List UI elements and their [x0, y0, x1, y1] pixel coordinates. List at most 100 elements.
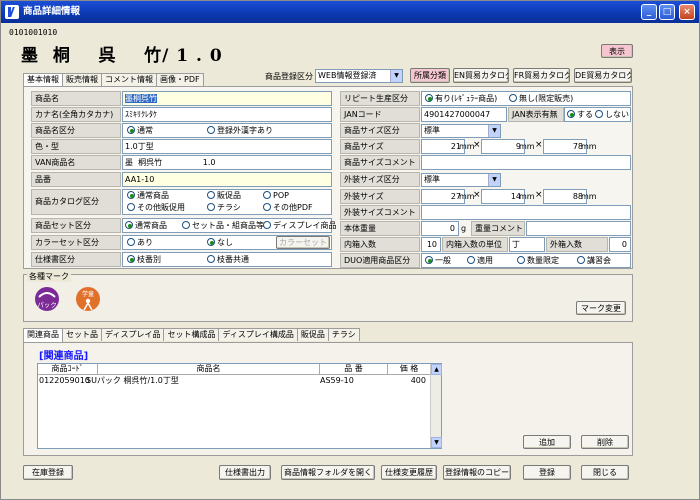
radio-color-set-yes[interactable]: あり	[127, 238, 153, 248]
title-bar: 商品詳細情報 _ □ ×	[1, 1, 699, 23]
radio-set-display[interactable]: ディスプレイ商品	[263, 221, 336, 231]
tab-flyers[interactable]: チラシ	[327, 328, 360, 341]
kana-name-field[interactable]: ｽﾐｷﾘｸﾚﾀｹ	[122, 107, 332, 122]
radio-spec-common[interactable]: 枝番共通	[207, 255, 249, 265]
related-scrollbar[interactable]: ▲ ▼	[430, 364, 442, 448]
radio-duo-general[interactable]: 一般	[425, 256, 451, 266]
stock-register-button[interactable]: 在庫登録	[23, 465, 73, 480]
radio-name-external-kanji[interactable]: 登録外漢字あり	[207, 126, 273, 136]
times-icon: ×	[535, 140, 543, 150]
close-icon[interactable]: ×	[679, 4, 695, 20]
tab-display-components[interactable]: ディスプレイ構成品	[218, 328, 298, 341]
add-related-button[interactable]: 追加	[523, 435, 571, 449]
size-comment-field[interactable]	[421, 155, 631, 170]
radio-catalog-normal[interactable]: 通常商品	[127, 191, 169, 201]
radio-duo-quantity-limited[interactable]: 数量限定	[517, 256, 559, 266]
delete-related-button[interactable]: 削除	[581, 435, 629, 449]
tab-set-components[interactable]: セット構成品	[163, 328, 220, 341]
col-name-header[interactable]: 商品名	[98, 364, 320, 374]
registration-label: 商品登録区分	[265, 72, 313, 81]
color-set-button[interactable]: カラーセット	[276, 236, 330, 249]
box-size-label: 外装サイズ	[340, 189, 420, 204]
radio-set-normal[interactable]: 通常商品	[125, 221, 167, 231]
en-catalog-button[interactable]: EN貿易カタログ	[453, 68, 509, 83]
tab-image-pdf[interactable]: 画像・PDF	[156, 73, 204, 86]
spec-type-label: 仕様書区分	[31, 252, 121, 267]
radio-repeat-regular[interactable]: 有り(ﾚｷﾞｭﾗｰ商品)	[425, 94, 497, 104]
radio-duo-applied[interactable]: 適用	[467, 256, 493, 266]
table-row[interactable]: 0122059010 SUパック 桐呉竹/1.0丁型 AS59-10 400	[38, 376, 430, 386]
tab-display-products[interactable]: ディスプレイ品	[101, 328, 165, 341]
radio-catalog-other-pdf[interactable]: その他PDF	[263, 203, 313, 213]
name-type-label: 商品名区分	[31, 123, 121, 138]
radio-jan-show-yes[interactable]: する	[567, 110, 593, 120]
register-button[interactable]: 登録	[523, 465, 571, 480]
minimize-icon[interactable]: _	[641, 4, 657, 20]
radio-catalog-flyer[interactable]: チラシ	[207, 203, 241, 213]
spec-output-button[interactable]: 仕様書出力	[219, 465, 271, 480]
radio-icon	[425, 94, 433, 102]
radio-icon	[207, 238, 215, 246]
radio-icon	[127, 255, 135, 263]
radio-duo-workshop[interactable]: 講習会	[577, 256, 611, 266]
de-catalog-button[interactable]: DE貿易カタログ	[574, 68, 632, 83]
radio-catalog-promo[interactable]: 販促品	[207, 191, 241, 201]
weight-field[interactable]: 0	[421, 221, 459, 236]
box-comment-label: 外装サイズコメント	[340, 205, 420, 220]
color-type-field[interactable]: 1.0丁型	[122, 139, 332, 154]
radio-icon	[567, 110, 575, 118]
outer-count-field[interactable]: 0	[609, 237, 631, 252]
radio-icon	[182, 221, 190, 229]
col-part-header[interactable]: 品 番	[320, 364, 388, 374]
size-type-select[interactable]: 標準 ▼	[421, 124, 501, 138]
part-no-field[interactable]: AA1-10	[122, 172, 332, 187]
radio-icon	[425, 256, 433, 264]
weight-comment-label: 重量コメント	[471, 221, 525, 236]
times-icon: ×	[473, 190, 481, 200]
weight-comment-field[interactable]	[526, 221, 631, 236]
box-size-type-select[interactable]: 標準 ▼	[421, 173, 501, 187]
inner-unit-label: 内箱入数の単位	[442, 237, 508, 252]
row-price: 400	[410, 376, 426, 385]
close-button[interactable]: 閉じる	[581, 465, 629, 480]
fr-catalog-button[interactable]: FR貿易カタログ	[513, 68, 570, 83]
radio-catalog-pop[interactable]: POP	[263, 191, 289, 201]
box-comment-field[interactable]	[421, 205, 631, 220]
tab-set-products[interactable]: セット品	[62, 328, 102, 341]
jan-field[interactable]: 4901427000047	[421, 107, 507, 122]
scroll-up-icon[interactable]: ▲	[431, 364, 442, 375]
tab-sales-info[interactable]: 販売情報	[62, 73, 102, 86]
registration-select[interactable]: WEB情報登録済 ▼	[315, 69, 403, 83]
chevron-down-icon: ▼	[488, 125, 500, 137]
scroll-down-icon[interactable]: ▼	[431, 437, 442, 448]
product-name-label: 商品名	[31, 91, 121, 106]
show-button[interactable]: 表示	[601, 44, 633, 58]
radio-name-normal[interactable]: 通常	[127, 126, 153, 136]
tab-related-products[interactable]: 関連商品	[23, 328, 63, 342]
radio-jan-show-no[interactable]: しない	[595, 110, 629, 120]
copy-registration-button[interactable]: 登録情報のコピー	[443, 465, 511, 480]
tab-promo-products[interactable]: 販促品	[296, 328, 329, 341]
col-code-header[interactable]: 商品ｺｰﾄﾞ	[38, 364, 98, 374]
van-name-field[interactable]: 墨 桐呉竹 1.0	[122, 155, 332, 170]
radio-catalog-other-promo[interactable]: その他販促用	[127, 203, 185, 213]
col-price-header[interactable]: 価 格	[388, 364, 430, 374]
radio-repeat-limited[interactable]: 無し(限定販売)	[509, 94, 573, 104]
radio-color-set-no[interactable]: なし	[207, 238, 233, 248]
inner-unit-field[interactable]: 丁	[509, 237, 545, 252]
spec-history-button[interactable]: 仕様変更履歴	[381, 465, 437, 480]
open-info-folder-button[interactable]: 商品情報フォルダを開く	[281, 465, 375, 480]
radio-spec-per-branch[interactable]: 枝番別	[127, 255, 161, 265]
category-button[interactable]: 所属分類	[410, 68, 450, 83]
radio-icon	[517, 256, 525, 264]
radio-icon	[127, 126, 135, 134]
app-icon	[5, 5, 19, 19]
tab-basic-info[interactable]: 基本情報	[23, 73, 63, 87]
inner-count-field[interactable]: 10	[421, 237, 441, 252]
radio-icon	[577, 256, 585, 264]
product-name-field[interactable]: 墨桐呉竹	[122, 91, 332, 106]
radio-set-combo[interactable]: セット品・組商品等	[182, 221, 264, 231]
change-mark-button[interactable]: マーク変更	[576, 301, 626, 315]
maximize-icon[interactable]: □	[659, 4, 675, 20]
tab-comment-info[interactable]: コメント情報	[101, 73, 157, 86]
